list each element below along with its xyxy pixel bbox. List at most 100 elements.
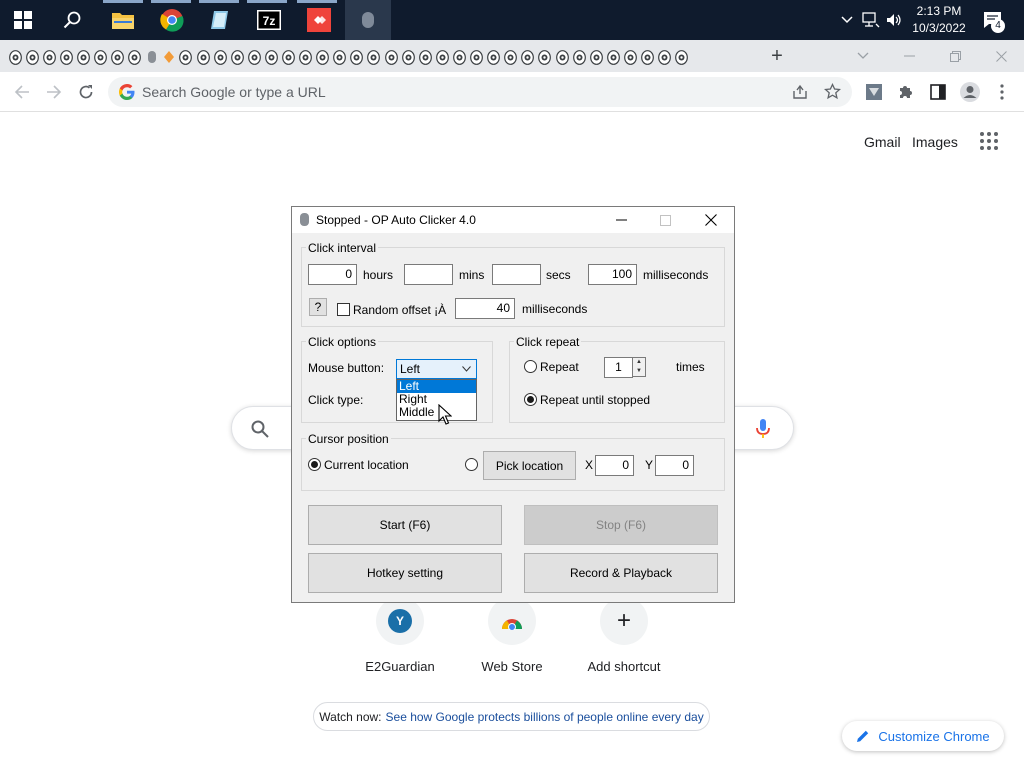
pinned-tab[interactable] bbox=[367, 49, 381, 65]
pinned-tab[interactable] bbox=[8, 49, 22, 65]
taskbar-clock[interactable]: 2:13 PM 10/3/2022 bbox=[905, 3, 973, 37]
pinned-tab-mouse[interactable] bbox=[145, 49, 159, 65]
current-location-radio[interactable] bbox=[308, 458, 321, 471]
back-icon[interactable] bbox=[10, 80, 34, 104]
mouse-button-select[interactable]: Left bbox=[396, 359, 477, 379]
extension-icon[interactable] bbox=[862, 80, 886, 104]
new-tab-button[interactable]: + bbox=[765, 44, 789, 68]
x-coordinate-input[interactable]: 0 bbox=[595, 455, 634, 476]
pinned-tab[interactable] bbox=[128, 49, 142, 65]
search-icon[interactable] bbox=[57, 5, 87, 35]
secs-input[interactable] bbox=[492, 264, 541, 285]
pinned-tab[interactable] bbox=[179, 49, 193, 65]
volume-icon[interactable] bbox=[884, 0, 904, 40]
7zip-icon[interactable]: 7z bbox=[254, 5, 284, 35]
notification-center-icon[interactable]: 4 bbox=[980, 0, 1006, 40]
pinned-tab[interactable] bbox=[42, 49, 56, 65]
more-menu-icon[interactable] bbox=[990, 80, 1014, 104]
gmail-link[interactable]: Gmail bbox=[864, 134, 901, 150]
network-icon[interactable] bbox=[860, 0, 882, 40]
pinned-tab[interactable] bbox=[230, 49, 244, 65]
puzzle-icon[interactable] bbox=[894, 80, 918, 104]
tab-search-button[interactable] bbox=[840, 40, 886, 72]
pinned-tab[interactable] bbox=[401, 49, 415, 65]
pinned-tab[interactable] bbox=[264, 49, 278, 65]
pinned-tab[interactable] bbox=[299, 49, 313, 65]
pinned-tab[interactable] bbox=[658, 49, 672, 65]
pinned-tab[interactable] bbox=[675, 49, 689, 65]
dialog-titlebar[interactable]: Stopped - OP Auto Clicker 4.0 bbox=[292, 207, 734, 233]
pinned-tab[interactable] bbox=[521, 49, 535, 65]
side-panel-icon[interactable] bbox=[926, 80, 950, 104]
pinned-tab[interactable] bbox=[59, 49, 73, 65]
file-explorer-icon[interactable] bbox=[108, 5, 138, 35]
dialog-minimize-button[interactable] bbox=[598, 207, 644, 233]
pinned-tab[interactable] bbox=[247, 49, 261, 65]
pinned-tab[interactable] bbox=[572, 49, 586, 65]
restore-button[interactable] bbox=[932, 40, 978, 72]
spinner-up-icon[interactable]: ▲ bbox=[633, 358, 645, 367]
close-window-button[interactable] bbox=[978, 40, 1024, 72]
pinned-tab[interactable] bbox=[333, 49, 347, 65]
voice-search-icon[interactable] bbox=[754, 418, 772, 445]
bookmark-star-icon[interactable] bbox=[823, 82, 842, 101]
pinned-tab[interactable] bbox=[350, 49, 364, 65]
pinned-tab[interactable] bbox=[316, 49, 330, 65]
repeat-count-spinner[interactable]: ▲ ▼ bbox=[632, 357, 646, 377]
pinned-tab[interactable] bbox=[213, 49, 227, 65]
pinned-tab[interactable] bbox=[606, 49, 620, 65]
pinned-tab[interactable] bbox=[282, 49, 296, 65]
minimize-button[interactable] bbox=[886, 40, 932, 72]
pinned-tab[interactable] bbox=[487, 49, 501, 65]
repeat-count-input[interactable]: 1 bbox=[604, 357, 633, 378]
watch-now-link[interactable]: See how Google protects billions of peop… bbox=[386, 710, 704, 724]
shortcut-add[interactable]: + Add shortcut bbox=[574, 597, 674, 674]
hours-input[interactable]: 0 bbox=[308, 264, 357, 285]
pinned-tab[interactable] bbox=[538, 49, 552, 65]
start-button[interactable]: Start (F6) bbox=[308, 505, 502, 545]
pinned-tab[interactable] bbox=[25, 49, 39, 65]
repeat-radio[interactable] bbox=[524, 360, 537, 373]
shortcut-e2guardian[interactable]: Y E2Guardian bbox=[350, 597, 450, 674]
forward-icon[interactable] bbox=[42, 80, 66, 104]
pinned-tab[interactable] bbox=[435, 49, 449, 65]
pinned-tab[interactable] bbox=[418, 49, 432, 65]
chevron-up-icon[interactable] bbox=[838, 0, 856, 40]
chrome-icon[interactable] bbox=[157, 5, 187, 35]
watch-now-promo[interactable]: Watch now: See how Google protects billi… bbox=[313, 702, 710, 731]
spinner-down-icon[interactable]: ▼ bbox=[633, 367, 645, 376]
random-offset-checkbox[interactable] bbox=[337, 303, 350, 316]
pinned-tab[interactable] bbox=[504, 49, 518, 65]
hotkey-setting-button[interactable]: Hotkey setting bbox=[308, 553, 502, 593]
shortcut-web-store[interactable]: Web Store bbox=[462, 597, 562, 674]
auto-clicker-taskbar-button[interactable] bbox=[345, 0, 391, 40]
pinned-tab[interactable] bbox=[196, 49, 210, 65]
pinned-tab[interactable] bbox=[76, 49, 90, 65]
pick-location-radio[interactable] bbox=[465, 458, 478, 471]
pinned-tab[interactable] bbox=[384, 49, 398, 65]
pinned-tab[interactable] bbox=[640, 49, 654, 65]
y-coordinate-input[interactable]: 0 bbox=[655, 455, 694, 476]
milliseconds-input[interactable]: 100 bbox=[588, 264, 637, 285]
dialog-close-button[interactable] bbox=[688, 207, 734, 233]
record-playback-button[interactable]: Record & Playback bbox=[524, 553, 718, 593]
share-icon[interactable] bbox=[792, 84, 810, 102]
omnibox[interactable]: Search Google or type a URL bbox=[108, 77, 852, 107]
pinned-tab-orange[interactable] bbox=[162, 49, 176, 65]
anydesk-icon[interactable] bbox=[304, 5, 334, 35]
images-link[interactable]: Images bbox=[912, 134, 958, 150]
notepad-icon[interactable] bbox=[205, 5, 235, 35]
pinned-tab[interactable] bbox=[589, 49, 603, 65]
repeat-until-stopped-radio[interactable] bbox=[524, 393, 537, 406]
start-icon[interactable] bbox=[8, 5, 38, 35]
mins-input[interactable] bbox=[404, 264, 453, 285]
reload-icon[interactable] bbox=[74, 80, 98, 104]
profile-avatar-icon[interactable] bbox=[958, 80, 982, 104]
dropdown-option-middle[interactable]: Middle bbox=[397, 406, 476, 419]
apps-grid-icon[interactable] bbox=[979, 131, 1001, 153]
pinned-tab[interactable] bbox=[623, 49, 637, 65]
customize-chrome-button[interactable]: Customize Chrome bbox=[842, 721, 1004, 751]
pinned-tab[interactable] bbox=[452, 49, 466, 65]
pinned-tab[interactable] bbox=[93, 49, 107, 65]
help-button[interactable]: ? bbox=[309, 298, 327, 316]
